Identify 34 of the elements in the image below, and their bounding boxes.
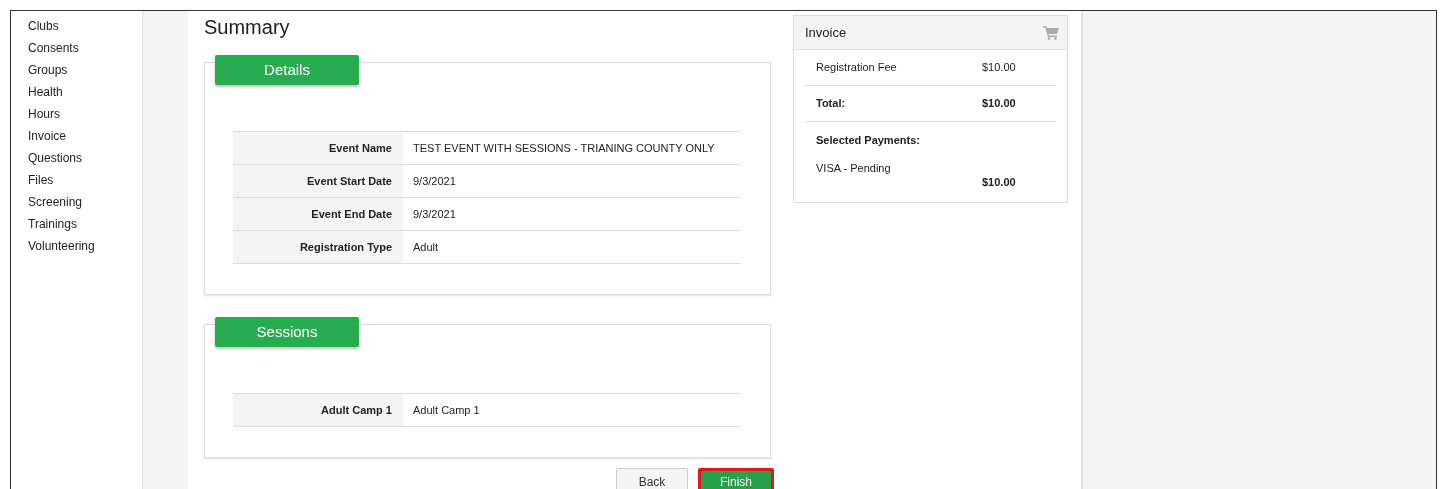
back-button[interactable]: Back [616,468,688,489]
section-header: Sessions [215,317,359,347]
sidebar-link[interactable]: Hours [28,103,142,125]
row-value: Adult Camp 1 [412,403,480,418]
sidebar-link[interactable]: Volunteering [28,235,142,257]
section-header: Details [215,55,359,85]
total-label: Total: [816,97,847,109]
sidebar-link[interactable]: Consents [28,37,142,59]
row-label: Event Start Date [233,165,403,197]
sidebar-link[interactable]: Questions [28,147,142,169]
invoice-title: Invoice [805,25,847,40]
row-label: Registration Type [233,231,403,263]
payments-label: Selected Payments: [816,134,921,146]
row-label: Event Name [233,132,403,164]
sidebar-link[interactable]: Health [28,81,142,103]
row-value: Adult [412,240,439,255]
sidebar-link[interactable]: Invoice [28,125,142,147]
sidebar-link[interactable]: Screening [28,191,142,213]
total-amount: $10.00 [982,97,1016,109]
fee-amount: $10.00 [982,61,1016,73]
row-value: TEST EVENT WITH SESSIONS - TRIANING COUNTY ONLY [412,141,715,156]
page-title: Summary [204,15,291,39]
cart-icon [1043,25,1059,40]
row-value: 9/3/2021 [412,174,456,189]
sidebar-link[interactable]: Groups [28,59,142,81]
row-label: Event End Date [233,198,403,230]
payment-method: VISA - Pending [816,162,892,174]
payment-amount: $10.00 [982,176,1016,188]
sidebar-link[interactable]: Clubs [28,15,142,37]
sidebar-link[interactable]: Trainings [28,213,142,235]
row-label: Adult Camp 1 [233,394,403,426]
sidebar-link[interactable]: Files [28,169,142,191]
row-value: 9/3/2021 [412,207,456,222]
fee-label: Registration Fee [816,61,898,73]
